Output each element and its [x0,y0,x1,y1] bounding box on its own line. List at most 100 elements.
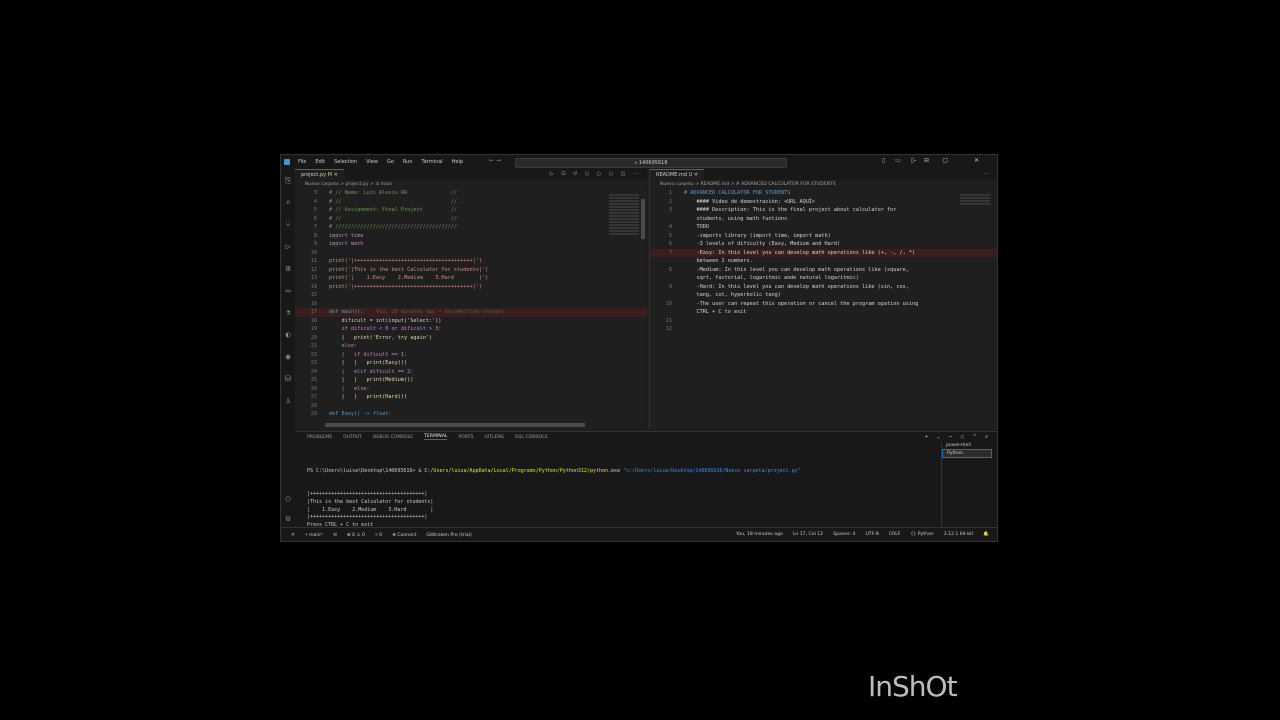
database-icon[interactable]: ⛁ [284,375,292,383]
status-item[interactable]: CRLF [889,532,901,537]
line-text: def main(): [329,309,364,315]
code-line: sqrt, factorial, logaritmic ande natural… [650,274,997,283]
code-line: 1 # ADVANCED CALCULATOR FOR STUDENTS [650,189,997,198]
menu-item-selection[interactable]: Selection [334,159,357,165]
run-debug-icon[interactable]: ▷ [284,243,292,251]
tab-label: project.py [301,171,327,178]
menu-item-view[interactable]: View [366,159,378,165]
source-control-icon[interactable]: ⑂ [284,221,292,229]
breadcrumb[interactable]: Nuevo carpeta > README.md > # ADVANCED C… [650,180,997,189]
close-icon[interactable]: ✕ [694,172,698,178]
status-item[interactable]: ⑂ 0 [375,533,382,538]
line-text: print('|++++++++++++++++++++++++++++++++… [329,283,483,290]
search-icon[interactable]: ⌕ [284,199,292,207]
code-area[interactable]: 1 # ADVANCED CALCULATOR FOR STUDENTS 2 ###… [650,189,997,429]
status-item[interactable]: ⟲ [333,533,337,538]
tab-readme-md[interactable]: README.md U ✕ [650,169,705,181]
line-number: 10 [665,300,672,307]
tab-modified-badge: U [688,171,693,178]
minimap[interactable] [960,193,990,263]
close-icon[interactable]: ✕ [334,172,338,178]
code-line: 3 #### Description: This is the final pr… [650,206,997,215]
line-number: 5 [668,232,672,239]
vertical-scrollbar[interactable] [641,199,645,239]
explorer-icon[interactable]: ⎘ [284,177,292,185]
line-text: dificult = int(input('Select:')) [329,317,442,324]
timeline-icon[interactable]: ◉ [284,353,292,361]
menu-item-file[interactable]: File [298,159,306,165]
line-number [650,291,684,300]
terminal-instance-powershell[interactable]: powershell [942,442,992,449]
terminal-instance-python[interactable]: Python [942,449,992,458]
command-center-search[interactable]: ⌕ 140695616 [515,158,787,168]
code-area[interactable]: 3 # // Name: Luis Alexis RR // 4 # // // 5 # … [295,189,647,429]
menu-item-help[interactable]: Help [452,159,463,165]
line-number: 4 [668,224,672,230]
status-item[interactable]: Ln 17, Col 12 [793,532,823,537]
line-text: # //////////////////////////////////////… [329,224,458,230]
vscode-window: File Edit Selection View Go Run Terminal Help ←… [280,154,998,542]
status-item[interactable]: ⑂ main* [305,533,323,538]
status-item[interactable]: GitKraken Pro (trial) [426,533,471,538]
line-number: 6 [313,215,317,222]
panel-tab-ports[interactable]: PORTS [458,435,473,440]
status-item[interactable]: Spaces: 4 [833,532,855,537]
line-text: if dificult < 0 or dificult > 3: [329,326,442,332]
line-text: | | print(Hard()) [329,394,408,400]
status-item[interactable]: ⊕ Connect [392,533,416,538]
menu-item-terminal[interactable]: Terminal [422,159,443,165]
git-blame-annotation: You, 18 minutes ago • Uncommitted change… [363,309,504,315]
testing-icon[interactable]: ⚗ [284,309,292,317]
line-number: 12 [665,326,672,332]
line-text: | print('Error, try again') [329,334,433,341]
panel-tab-debug-console[interactable]: DEBUG CONSOLE [373,435,413,440]
code-line: 10 [295,249,647,258]
gitlens-icon[interactable]: ◐ [284,331,292,339]
code-line: 29 def Easy() -> float: [295,410,647,419]
panel-tab-output[interactable]: OUTPUT [343,435,362,440]
code-line: 27 | | print(Hard()) [295,393,647,402]
breadcrumb[interactable]: Nuevo carpeta > project.py > ⊙ main [295,180,647,189]
status-item[interactable]: You, 18 minutes ago [736,532,783,537]
status-item[interactable]: ⊗ 0 ⚠ 0 [347,533,365,538]
line-number: 27 [310,394,317,400]
terminal-line: |++++++++++++++++++++++++++++++++++++++| [307,490,428,497]
code-line: 23 | | print(Easy()) [295,359,647,368]
line-text: # ADVANCED CALCULATOR FOR STUDENTS [684,190,791,196]
minimap[interactable] [609,193,639,263]
line-text: CTRL + C to exit [684,309,747,315]
panel-tab-problems[interactable]: PROBLEMS [307,435,332,440]
menu-bar: File Edit Selection View Go Run Terminal Help [298,159,472,165]
panel-tab-gitlens[interactable]: GITLENS [484,435,504,440]
extensions-icon[interactable]: ⊞ [284,265,292,273]
window-controls[interactable]: – ▢ ✕ [913,157,991,164]
search-text: 140695616 [638,160,668,166]
line-number: 24 [310,368,317,375]
status-item[interactable]: ✕ [291,533,295,538]
line-number: 13 [310,275,317,281]
line-number: 2 [668,198,672,205]
account-icon[interactable]: ◯ [284,495,292,503]
menu-item-run[interactable]: Run [403,159,413,165]
more-actions-icon[interactable]: ⋯ [984,171,992,177]
bottom-panel: PROBLEMS OUTPUT DEBUG CONSOLE TERMINAL PORTS… [295,431,997,536]
horizontal-scrollbar[interactable] [325,423,585,427]
panel-tab-terminal[interactable]: TERMINAL [424,434,448,440]
panel-actions[interactable]: + ⌄ ⋯ ▢ ^ ✕ [925,434,991,440]
status-item[interactable]: 🔔 [983,532,989,537]
status-item[interactable]: 3.12.1 64-bit [944,532,974,537]
status-item[interactable]: UTF-8 [865,532,878,537]
panel-tab-sql-console[interactable]: SQL CONSOLE [515,435,548,440]
status-item[interactable]: {} Python [910,532,933,537]
settings-gear-icon[interactable]: ⚙ [284,515,292,523]
nav-arrows-icon[interactable]: ← → [489,157,501,164]
tab-label: README.md [656,171,688,178]
tab-project-py[interactable]: project.py M ✕ [295,169,344,181]
remote-explorer-icon[interactable]: ▭ [284,287,292,295]
menu-item-edit[interactable]: Edit [315,159,325,165]
docker-icon[interactable]: ⚓ [284,397,292,405]
editor-actions[interactable]: ▷ ⊡ ↺ ○ ○ ○ ◫ ⋯ [550,171,641,177]
menu-item-go[interactable]: Go [387,159,394,165]
code-line: 6 # // // [295,215,647,224]
panel-tabs: PROBLEMS OUTPUT DEBUG CONSOLE TERMINAL PORTS… [295,432,997,442]
